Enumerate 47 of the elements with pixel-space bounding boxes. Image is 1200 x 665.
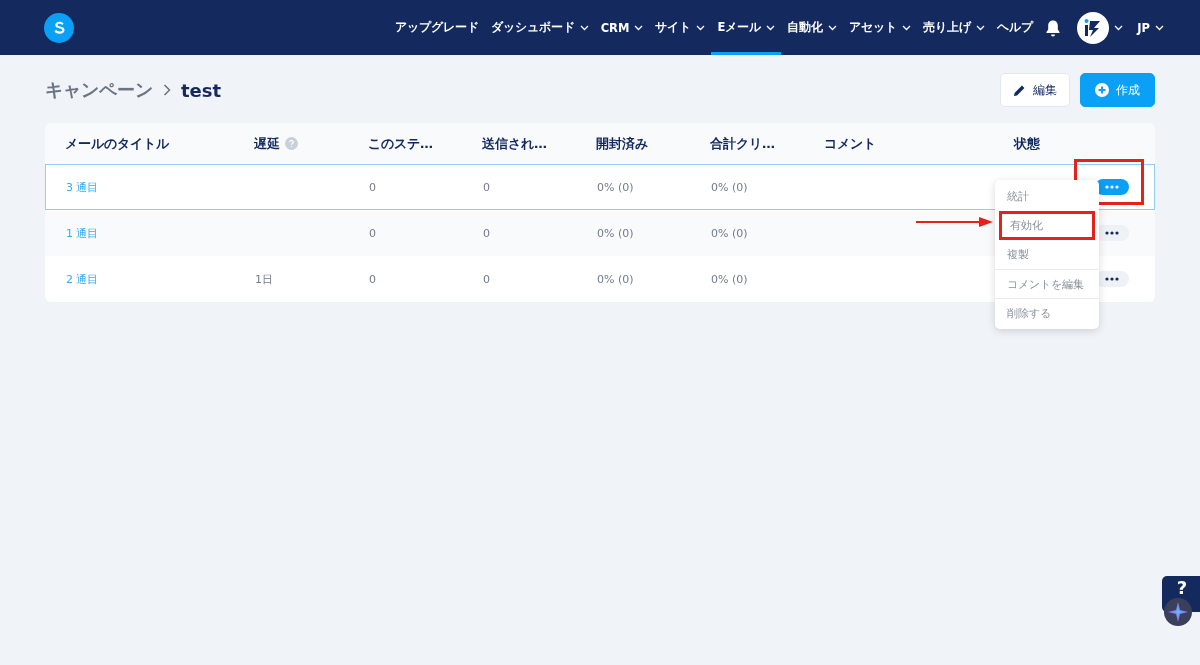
sparkle-icon [1164,598,1192,626]
nav-menu-item[interactable]: CRM [594,0,650,55]
column-header: このステ… [368,134,434,153]
column-header: コメント [824,134,877,153]
table-cell-text: 0 [483,226,491,240]
more-icon [1105,185,1119,189]
table-cell-text: 0 [369,226,377,240]
caret-icon [1114,24,1124,31]
logo-icon [44,12,74,43]
more-icon [1105,231,1119,235]
table-cell-text: 0 [483,272,491,286]
table-cell-text: 0 [369,272,377,286]
breadcrumb-link[interactable]: キャンペーン [45,78,153,102]
column-header: メールのタイトル [65,134,170,153]
pencil-icon [1013,83,1026,97]
avatar-icon [1077,11,1110,44]
more-icon [1105,277,1119,281]
nav-menu-item[interactable]: サイト [649,0,712,55]
column-header: 送信され… [482,134,548,153]
edit-button[interactable]: 編集 [1000,73,1070,107]
bell-icon [1045,18,1062,37]
table-cell-text: 0% (0) [597,180,635,194]
caret-icon [1155,24,1164,31]
column-header: 開封済み [596,134,649,153]
table-cell-text: 0% (0) [711,180,749,194]
nav-menu-item[interactable]: アセット [843,0,918,55]
table-cell-text: 0 [483,180,491,194]
table-cell-text: 0% (0) [711,272,749,286]
nav-menu-item[interactable]: ダッシュボード [484,0,595,55]
page-title: test [181,79,222,101]
table-cell-text: 0% (0) [597,226,635,240]
language-menu[interactable]: JP [1131,0,1170,55]
nav-menu-item[interactable]: 自動化 [781,0,844,55]
table-cell-text: 0% (0) [597,272,635,286]
table-cell-text: 1日 [255,271,274,287]
table-cell-text: 0 [369,180,377,194]
column-header: 遅延 [254,134,368,153]
chevron-right-icon [163,84,171,96]
nav-menu-item[interactable]: ヘルプ [991,0,1040,55]
column-header: 合計クリ… [710,134,776,153]
nav-menu-item[interactable]: Eメール [711,0,782,55]
plus-circle-icon [1095,83,1109,97]
nav-menu-item[interactable]: 売り上げ [917,0,992,55]
help-icon [285,137,298,150]
column-header: 状態 [1014,134,1041,153]
table-cell-text: 0% (0) [711,226,749,240]
nav-menu-item[interactable]: アップグレード [388,0,485,55]
